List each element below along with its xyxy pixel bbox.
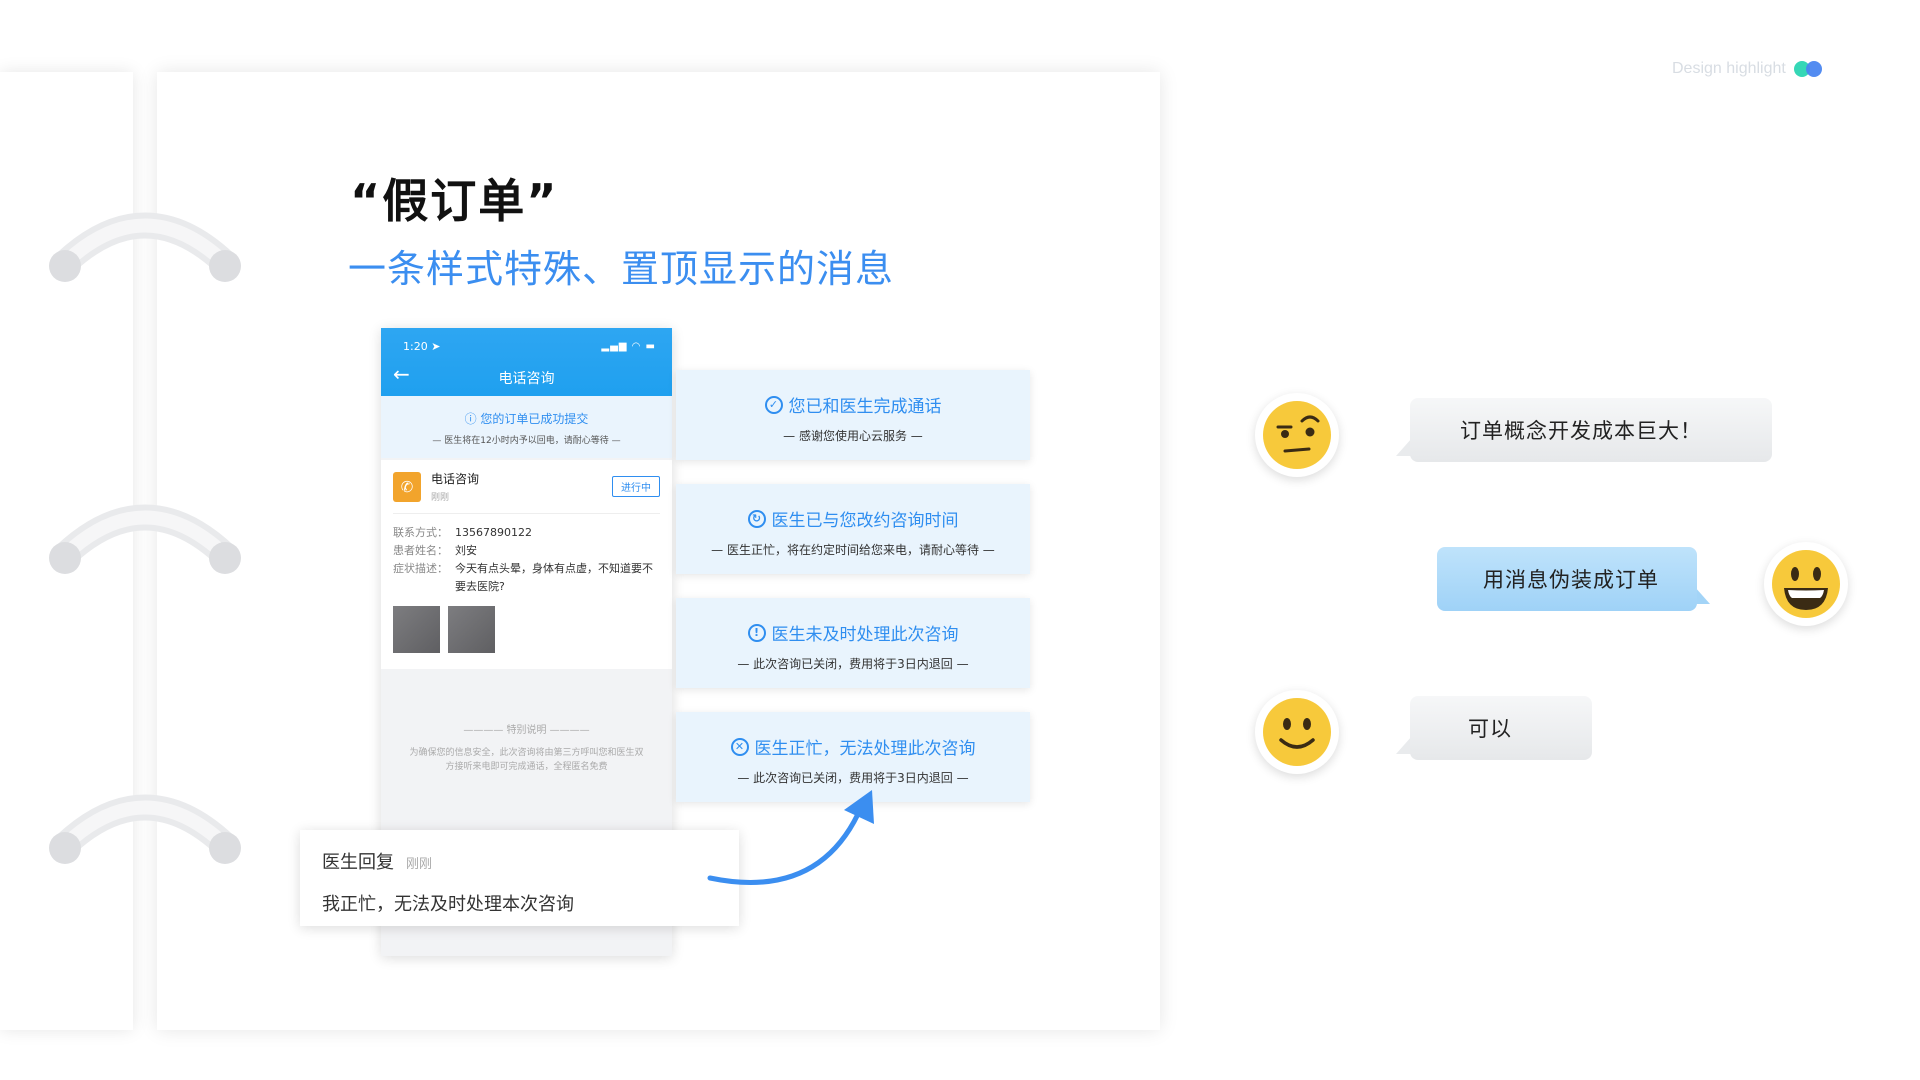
brand-logo-icon [1793, 61, 1826, 77]
brand-text: Design highlight [1672, 60, 1786, 77]
phone-call-icon: ✆ [393, 471, 421, 502]
order-name: 电话咨询 [431, 472, 480, 486]
info-row: 症状描述： 今天有点头晕，身体有点虚，不知道要不要去医院? [393, 562, 653, 593]
check-circle-icon: ✓ [764, 395, 783, 414]
status-badge: 进行中 [612, 476, 660, 497]
notice-title: ⓘ 您的订单已成功提交 [464, 412, 589, 426]
notice-subtitle: — 医生将在12小时内予以回电，请耐心等待 — [432, 436, 621, 446]
reschedule-icon: ↻ [747, 509, 766, 528]
order-info: 联系方式： 13567890122 患者姓名： 刘安 症状描述： 今天有点头晕，… [393, 514, 660, 596]
notification-card-rescheduled: ↻ 医生已与您改约咨询时间 — 医生正忙，将在约定时间给您来电，请耐心等待 — [676, 484, 1030, 574]
special-note-text: 为确保您的信息安全，此次咨询将由第三方呼叫您和医生双方接听来电即可完成通话，全程… [409, 748, 644, 772]
order-header: ✆ 电话咨询 刚刚 进行中 [393, 470, 660, 514]
chat-message: 可以 [1468, 717, 1512, 741]
chat-message: 用消息伪装成订单 [1483, 568, 1659, 592]
order-submitted-notice: ⓘ 您的订单已成功提交 — 医生将在12小时内予以回电，请耐心等待 — [381, 396, 672, 458]
phone-header-title: 电话咨询 [498, 371, 555, 387]
order-card: ✆ 电话咨询 刚刚 进行中 联系方式： 13567890122 患者姓名： 刘安… [381, 460, 672, 669]
special-note-title: ———— 特别说明 ———— [463, 725, 590, 736]
slide-subtitle: 一条样式特殊、置顶显示的消息 [348, 247, 895, 291]
attachment-image[interactable] [448, 606, 495, 653]
status-time: 1:20 ➤ [403, 340, 441, 353]
phone-header: 1:20 ➤ ▂▄▆ ◠ ▬ ← 电话咨询 [381, 328, 672, 396]
order-time: 刚刚 [431, 493, 450, 503]
reply-title: 医生回复 [322, 852, 394, 873]
binder-ring-icon [49, 504, 241, 574]
doctor-reply-card: 医生回复 刚刚 我正忙，无法及时处理本次咨询 [300, 830, 739, 926]
reply-body: 我正忙，无法及时处理本次咨询 [322, 894, 574, 915]
close-circle-icon: ✕ [730, 737, 749, 756]
info-row: 患者姓名： 刘安 [393, 544, 477, 557]
reply-time: 刚刚 [406, 857, 433, 872]
info-row: 联系方式： 13567890122 [393, 526, 532, 539]
attachment-thumbnails [393, 606, 660, 659]
slide-title: “假订单” [350, 174, 559, 228]
smiling-face-icon [1255, 690, 1339, 774]
grinning-face-icon [1764, 542, 1848, 626]
notification-card-timeout: ! 医生未及时处理此次咨询 — 此次咨询已关闭，费用将于3日内退回 — [676, 598, 1030, 688]
curved-arrow-icon [707, 790, 874, 885]
chat-bubble-right: 用消息伪装成订单 [1437, 547, 1697, 611]
status-icons: ▂▄▆ ◠ ▬ [601, 341, 656, 352]
chat-bubble-left: 订单概念开发成本巨大！ [1410, 398, 1772, 462]
brand: Design highlight [1672, 60, 1826, 78]
special-note: ———— 特别说明 ———— 为确保您的信息安全，此次咨询将由第三方呼叫您和医生… [381, 721, 672, 774]
chat-message: 订单概念开发成本巨大！ [1460, 419, 1702, 443]
alert-circle-icon: ! [747, 623, 766, 642]
binder-ring-icon [49, 794, 241, 864]
attachment-image[interactable] [393, 606, 440, 653]
binder-ring-icon [49, 212, 241, 282]
chat-bubble-left: 可以 [1410, 696, 1592, 760]
skeptical-face-icon [1255, 393, 1339, 477]
notification-card-completed: ✓ 您已和医生完成通话 — 感谢您使用心云服务 — [676, 370, 1030, 460]
